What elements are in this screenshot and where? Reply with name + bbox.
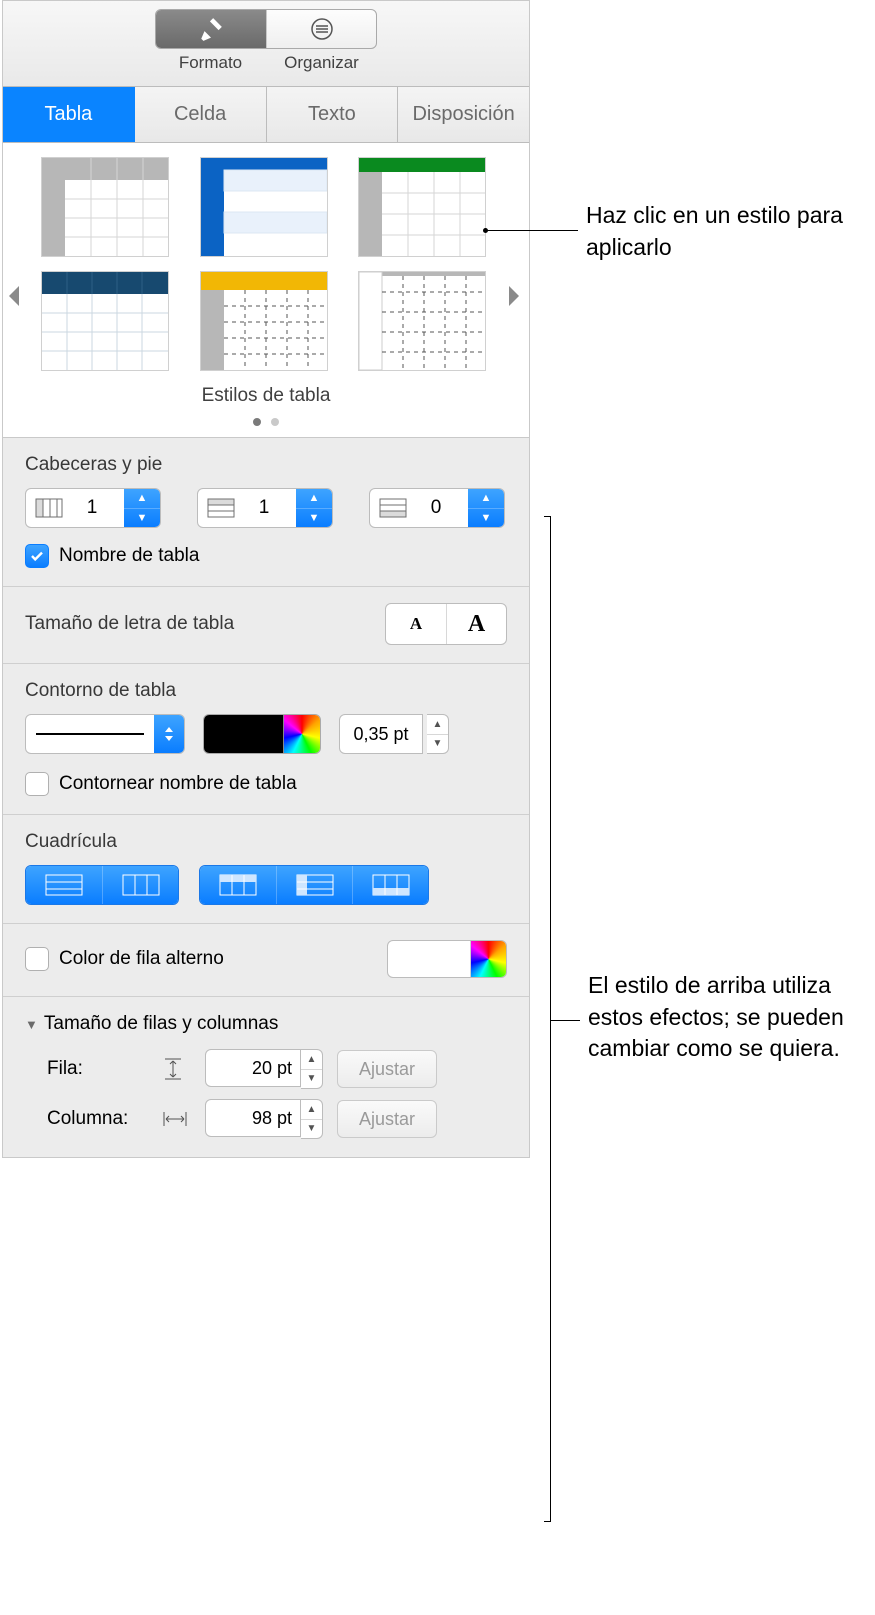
header-rows-icon [198, 498, 244, 518]
grid-head-row[interactable] [276, 866, 352, 904]
grid-foot[interactable] [352, 866, 428, 904]
styles-next[interactable] [505, 281, 523, 311]
disclosure-triangle-icon: ▼ [25, 1017, 38, 1032]
tabs: Tabla Celda Texto Disposición [3, 87, 529, 143]
footer-rows-value: 0 [416, 497, 456, 519]
tab-texto[interactable]: Texto [267, 87, 399, 142]
table-name-checkbox[interactable] [25, 544, 49, 568]
grid-title: Cuadrícula [25, 831, 507, 853]
formato-label: Formato [155, 53, 266, 73]
styles-caption: Estilos de tabla [11, 385, 521, 407]
table-name-label: Nombre de tabla [59, 545, 199, 567]
bracket-vertical [550, 516, 551, 1522]
outline-color-swatch[interactable] [203, 714, 321, 754]
header-rows-stepper[interactable]: ▲▼ [296, 489, 332, 527]
row-fit-button[interactable]: Ajustar [337, 1050, 437, 1088]
col-width-stepper[interactable]: ▲▼ [301, 1099, 323, 1139]
footer-rows-control[interactable]: 0 ▲▼ [369, 488, 505, 528]
header-rows-value: 1 [244, 497, 284, 519]
alt-color-wheel-icon[interactable] [470, 941, 506, 977]
style-thumb-4[interactable] [41, 271, 169, 371]
tab-tabla[interactable]: Tabla [3, 87, 135, 142]
rowcol-disclosure[interactable]: ▼ Tamaño de filas y columnas [25, 1013, 507, 1035]
grid-body-group [25, 865, 179, 905]
section-rowcol-size: ▼ Tamaño de filas y columnas Fila: ▲▼ Aj… [3, 997, 529, 1157]
tab-disposicion[interactable]: Disposición [398, 87, 529, 142]
mode-segment [155, 9, 377, 49]
style-thumb-6[interactable] [358, 271, 486, 371]
formato-button[interactable] [156, 10, 266, 48]
outline-name-checkbox[interactable] [25, 772, 49, 796]
inspector-panel: Formato Organizar Tabla Celda Texto Disp… [2, 0, 530, 1158]
pager-dot-1[interactable] [253, 418, 261, 426]
alt-row-checkbox[interactable] [25, 947, 49, 971]
row-height-field[interactable] [205, 1049, 301, 1087]
header-rows-control[interactable]: 1 ▲▼ [197, 488, 333, 528]
outline-title: Contorno de tabla [25, 680, 507, 702]
outline-width-stepper[interactable]: ▲▼ [427, 714, 449, 754]
styles-pager [11, 413, 521, 429]
grid-header-group [199, 865, 429, 905]
header-columns-value: 1 [72, 497, 112, 519]
bracket-top [544, 516, 550, 517]
bracket-arm [550, 1020, 580, 1021]
bracket-bottom [544, 1521, 550, 1522]
styles-prev[interactable] [5, 281, 23, 311]
toolbar: Formato Organizar [3, 1, 529, 87]
table-styles: Estilos de tabla [3, 143, 529, 438]
col-width-field[interactable] [205, 1099, 301, 1137]
row-height-stepper[interactable]: ▲▼ [301, 1049, 323, 1089]
grid-head-col[interactable] [200, 866, 276, 904]
callout-leader [486, 230, 578, 231]
alt-row-color[interactable] [387, 940, 507, 978]
style-thumb-1[interactable] [41, 157, 169, 257]
section-grid: Cuadrícula [3, 815, 529, 924]
col-label: Columna: [47, 1108, 149, 1130]
section-alt-row: Color de fila alterno [3, 924, 529, 997]
headers-title: Cabeceras y pie [25, 454, 507, 476]
grid-body-vert[interactable] [102, 866, 178, 904]
font-larger-button[interactable]: A [446, 604, 506, 644]
footer-rows-stepper[interactable]: ▲▼ [468, 489, 504, 527]
callout-style-click: Haz clic en un estilo para aplicarlo [586, 200, 856, 263]
font-size-title: Tamaño de letra de tabla [25, 613, 234, 635]
style-thumb-5[interactable] [200, 271, 328, 371]
section-font-size: Tamaño de letra de tabla A A [3, 587, 529, 664]
section-outline: Contorno de tabla ▲▼ Contornear nombre d… [3, 664, 529, 815]
row-height-icon [163, 1058, 191, 1080]
header-columns-icon [26, 498, 72, 518]
tab-celda[interactable]: Celda [135, 87, 267, 142]
outline-width-field[interactable] [339, 714, 423, 754]
organizar-button[interactable] [266, 10, 376, 48]
outline-style-dropdown[interactable] [25, 714, 185, 754]
footer-rows-icon [370, 498, 416, 518]
rowcol-title: Tamaño de filas y columnas [44, 1013, 278, 1035]
col-width-icon [163, 1110, 191, 1128]
font-smaller-button[interactable]: A [386, 604, 446, 644]
color-wheel-icon[interactable] [284, 715, 320, 753]
header-columns-stepper[interactable]: ▲▼ [124, 489, 160, 527]
section-headers-footer: Cabeceras y pie 1 ▲▼ 1 ▲▼ [3, 438, 529, 587]
style-thumb-3[interactable] [358, 157, 486, 257]
organizar-label: Organizar [266, 53, 377, 73]
header-columns-control[interactable]: 1 ▲▼ [25, 488, 161, 528]
outline-name-label: Contornear nombre de tabla [59, 773, 297, 795]
grid-body-horiz[interactable] [26, 866, 102, 904]
callout-effects: El estilo de arriba utiliza estos efecto… [588, 970, 868, 1065]
font-size-segment: A A [385, 603, 507, 645]
row-label: Fila: [47, 1058, 149, 1080]
style-thumb-2[interactable] [200, 157, 328, 257]
col-fit-button[interactable]: Ajustar [337, 1100, 437, 1138]
alt-row-label: Color de fila alterno [59, 948, 224, 970]
pager-dot-2[interactable] [271, 418, 279, 426]
